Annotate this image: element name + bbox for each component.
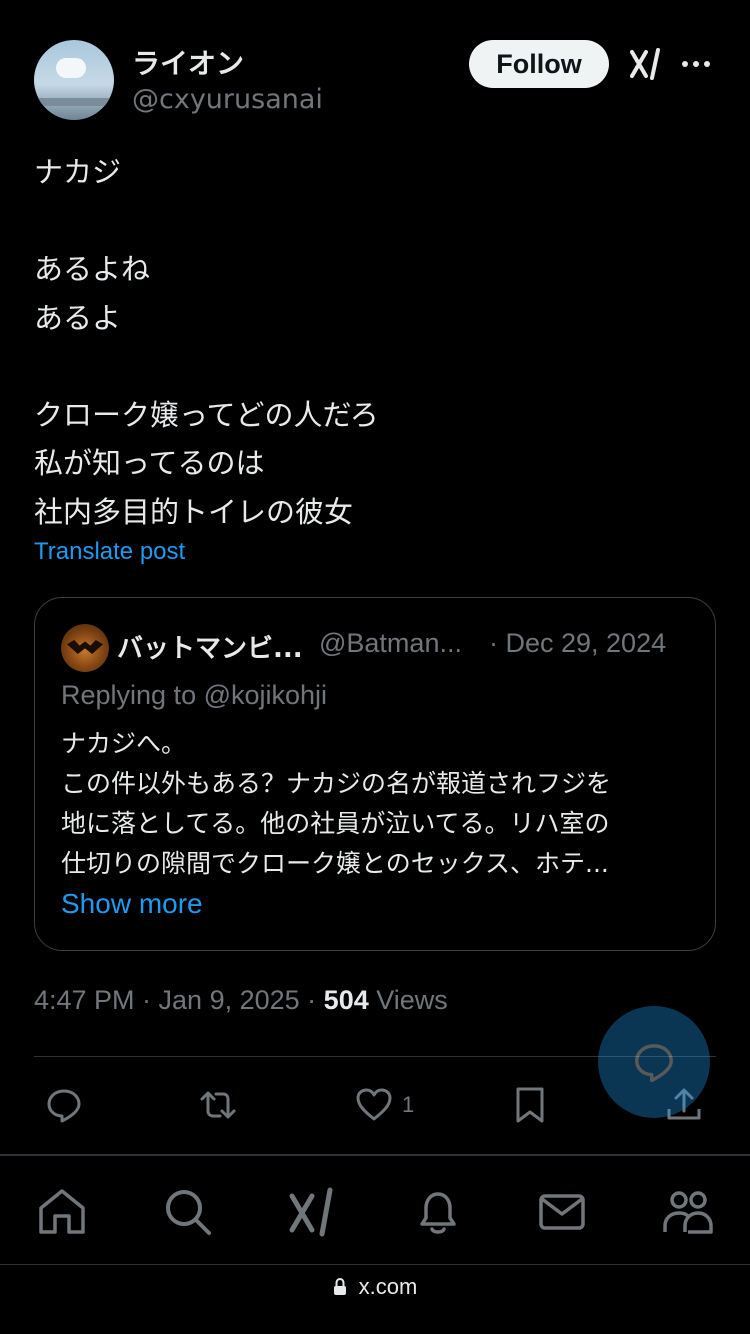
url-text: x.com xyxy=(358,1274,418,1299)
quoted-author-avatar xyxy=(61,624,109,672)
author-handle[interactable]: @cxyurusanai xyxy=(132,84,323,115)
translate-post-link[interactable]: Translate post xyxy=(34,538,185,566)
views-label: Views xyxy=(368,985,448,1015)
quoted-post-date: · Dec 29, 2024 xyxy=(489,628,667,658)
search-icon xyxy=(166,1190,211,1235)
post-meta: 4:47 PM · Jan 9, 2025 · 504 Views xyxy=(34,985,448,1016)
divider xyxy=(0,1264,750,1265)
grok-icon[interactable] xyxy=(628,46,664,82)
more-options-icon[interactable] xyxy=(680,54,712,74)
communities-icon xyxy=(663,1191,713,1234)
tab-messages[interactable] xyxy=(536,1186,588,1238)
reply-icon xyxy=(635,1044,673,1083)
like-count: 1 xyxy=(402,1092,415,1117)
bottom-tab-bar xyxy=(0,1180,750,1244)
reply-icon xyxy=(47,1089,81,1123)
quoted-author-name: バットマンビ... xyxy=(117,634,303,664)
quoted-author-handle: @Batman... xyxy=(319,628,462,658)
tab-home[interactable] xyxy=(36,1186,88,1238)
post-header: ライオン @cxyurusanai Follow xyxy=(34,40,724,120)
tab-notifications[interactable] xyxy=(412,1186,464,1238)
grok-icon xyxy=(289,1187,333,1237)
post-body: ナカジ あるよね あるよ クローク嬢ってどの人だろ 私が知ってるのは 社内多目的… xyxy=(34,155,379,529)
quoted-post-body: ナカジへ。 この件以外もある？ナカジの名が報道されフジを 地に落としてる。他の社… xyxy=(61,729,612,878)
quoted-post[interactable]: バットマンビ... @Batman... · Dec 29, 2024 Repl… xyxy=(34,597,716,951)
author-avatar[interactable] xyxy=(34,40,114,120)
post-timestamp: 4:47 PM · Jan 9, 2025 · xyxy=(34,985,324,1015)
lock-icon xyxy=(333,1278,346,1295)
divider xyxy=(0,1154,750,1156)
notifications-icon xyxy=(420,1192,456,1234)
follow-button[interactable]: Follow xyxy=(469,40,609,88)
repost-button[interactable] xyxy=(198,1080,238,1130)
views-count[interactable]: 504 xyxy=(324,985,369,1015)
repost-icon xyxy=(200,1091,236,1119)
bookmark-button[interactable] xyxy=(510,1080,550,1130)
reply-button[interactable] xyxy=(44,1080,84,1130)
like-button[interactable]: 1 xyxy=(354,1080,414,1130)
browser-address-bar[interactable]: x.com xyxy=(0,1272,750,1302)
tab-search[interactable] xyxy=(162,1186,214,1238)
bookmark-icon xyxy=(516,1087,544,1123)
like-icon xyxy=(356,1088,392,1121)
messages-icon xyxy=(539,1194,585,1230)
home-icon xyxy=(39,1189,85,1234)
show-more-link[interactable]: Show more xyxy=(61,888,203,920)
compose-reply-fab[interactable] xyxy=(598,1006,710,1118)
quoted-replying-to: Replying to @kojikohji xyxy=(61,680,328,710)
tab-communities[interactable] xyxy=(662,1186,714,1238)
tab-grok[interactable] xyxy=(286,1186,338,1238)
author-name[interactable]: ライオン xyxy=(132,42,244,82)
